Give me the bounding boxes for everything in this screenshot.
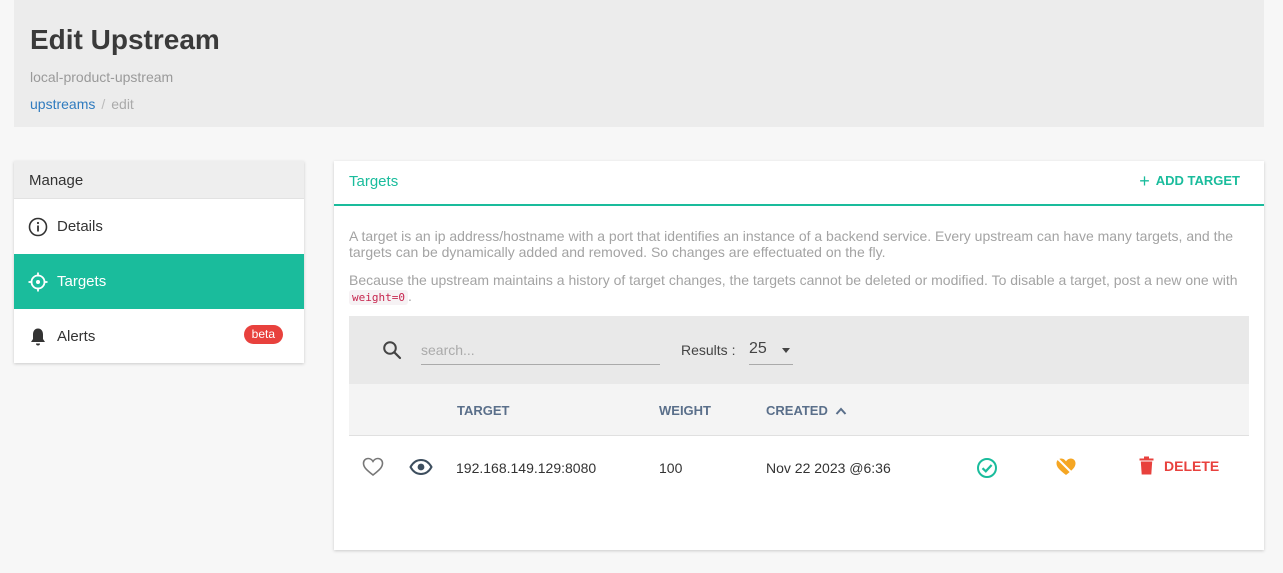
plus-icon: + [1139, 170, 1150, 191]
target-address: 192.168.149.129:8080 [456, 460, 597, 476]
eye-icon[interactable] [409, 458, 433, 478]
column-header-created[interactable]: CREATED [766, 403, 847, 418]
history-note-end: . [407, 288, 412, 304]
sidebar-item-label: Targets [57, 273, 107, 290]
heart-outline-icon[interactable] [362, 457, 384, 480]
breadcrumb: upstreams / edit [30, 96, 134, 112]
page-header: Edit Upstream local-product-upstream ups… [14, 0, 1264, 127]
search-icon [382, 340, 402, 365]
column-header-created-label: CREATED [766, 403, 828, 418]
sidebar-item-alerts[interactable]: Alerts beta [14, 309, 304, 364]
sidebar-item-label: Alerts [57, 328, 96, 345]
breadcrumb-upstreams-link[interactable]: upstreams [30, 96, 95, 112]
breadcrumb-current: edit [111, 96, 134, 112]
column-header-target[interactable]: TARGET [457, 403, 509, 418]
add-target-label: ADD TARGET [1155, 173, 1240, 188]
page-title: Edit Upstream [30, 24, 220, 55]
page-subtitle: local-product-upstream [30, 69, 174, 85]
column-header-weight[interactable]: WEIGHT [659, 403, 711, 418]
bell-icon [27, 326, 49, 348]
trash-icon [1139, 456, 1154, 475]
sidebar-item-details[interactable]: Details [14, 199, 304, 254]
table-header: TARGET WEIGHT CREATED [349, 384, 1249, 436]
check-circle-icon[interactable] [976, 457, 998, 482]
target-created: Nov 22 2023 @6:36 [766, 460, 891, 476]
search-input[interactable] [421, 335, 660, 365]
sidebar-item-label: Details [57, 218, 103, 235]
weight-zero-code: weight=0 [349, 290, 408, 305]
results-label: Results : [681, 342, 736, 358]
caret-down-icon [782, 348, 790, 353]
targets-panel: Targets + ADD TARGET A target is an ip a… [334, 161, 1264, 550]
crosshair-icon [27, 271, 49, 293]
targets-history-note: Because the upstream maintains a history… [349, 272, 1249, 306]
manage-menu-title: Manage [14, 161, 304, 199]
history-note-text: Because the upstream maintains a history… [349, 272, 1238, 288]
targets-description: A target is an ip address/hostname with … [349, 228, 1234, 260]
targets-panel-header: Targets + ADD TARGET [334, 161, 1264, 206]
table-toolbar: Results : 25 [349, 316, 1249, 384]
sidebar-item-targets[interactable]: Targets [14, 254, 304, 309]
broken-heart-icon[interactable] [1055, 457, 1077, 480]
beta-badge: beta [243, 325, 283, 344]
add-target-button[interactable]: + ADD TARGET [1139, 170, 1240, 191]
target-weight: 100 [659, 460, 683, 476]
delete-button[interactable]: DELETE [1139, 456, 1219, 475]
results-per-page-select[interactable]: 25 [749, 335, 793, 365]
delete-label: DELETE [1164, 457, 1220, 474]
info-icon [27, 216, 49, 238]
manage-menu: Manage Details Targets Alerts beta [14, 161, 304, 363]
chevron-up-icon [835, 407, 847, 415]
table-row: 192.168.149.129:8080 100 Nov 22 2023 @6:… [349, 437, 1249, 499]
targets-panel-title: Targets [349, 173, 399, 190]
results-per-page-value: 25 [749, 340, 767, 357]
breadcrumb-separator: / [101, 96, 106, 112]
